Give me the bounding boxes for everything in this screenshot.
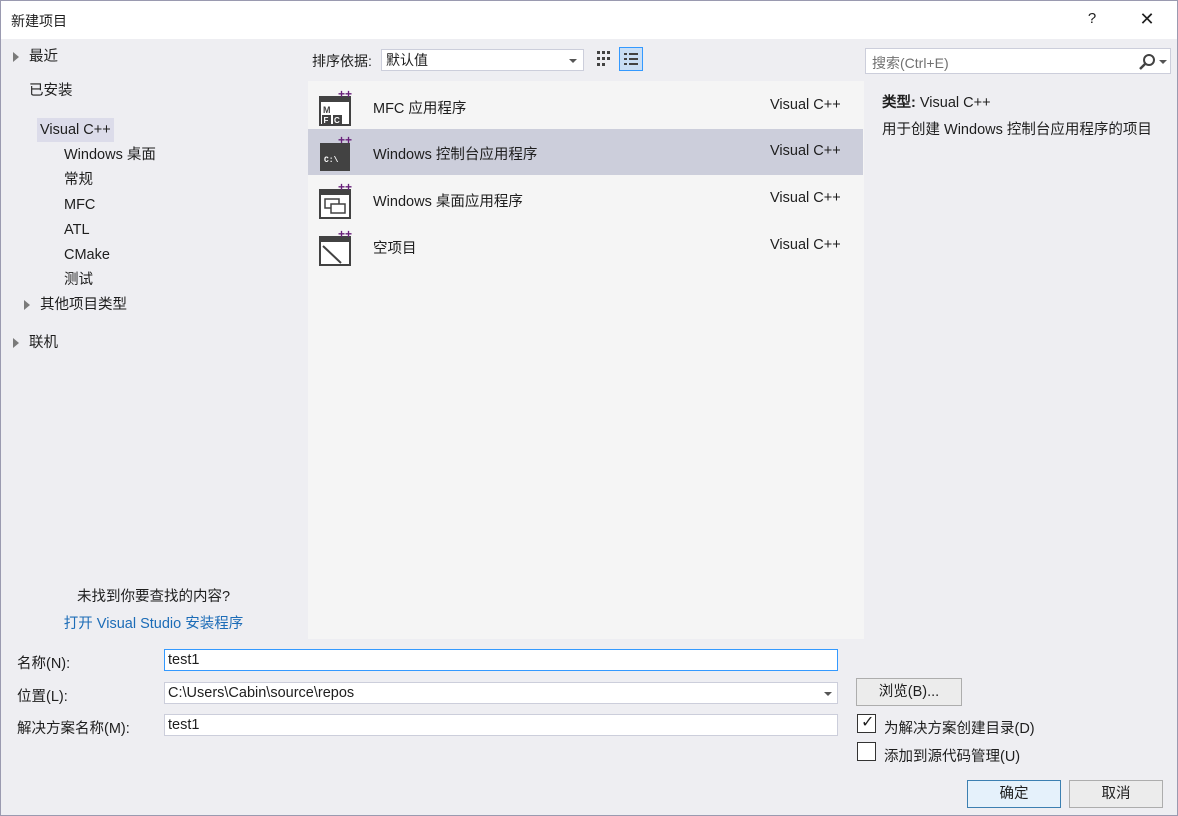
new-project-dialog: 新建项目 ? ✕ 最近 已安装 Visual C++ Windows 桌面 常规…: [0, 0, 1178, 816]
close-button[interactable]: ✕: [1125, 5, 1169, 33]
expand-arrow-icon[interactable]: [24, 300, 30, 310]
title-bar: 新建项目 ? ✕: [1, 1, 1177, 39]
template-item-mfc[interactable]: M F C ++ MFC 应用程序 Visual C++: [308, 83, 863, 129]
sort-dropdown[interactable]: 默认值: [381, 49, 584, 71]
tree-node-installed[interactable]: 已安装: [11, 79, 211, 103]
svg-text:++: ++: [338, 135, 352, 147]
list-view-button[interactable]: [619, 47, 643, 71]
tree-node-other-types[interactable]: 其他项目类型: [24, 293, 224, 317]
chevron-down-icon[interactable]: [824, 692, 832, 696]
tree-node-recent[interactable]: 最近: [13, 45, 213, 69]
sort-label: 排序依据:: [312, 53, 372, 69]
project-name-input[interactable]: test1: [164, 649, 838, 671]
svg-text:M: M: [323, 105, 331, 115]
chevron-down-icon: [569, 59, 577, 63]
svg-text:++: ++: [338, 89, 352, 101]
svg-text:++: ++: [338, 182, 352, 194]
create-directory-label: 为解决方案创建目录(D): [884, 721, 1035, 737]
tree-node-mfc[interactable]: MFC: [64, 193, 95, 217]
template-type: 类型: Visual C++: [882, 95, 991, 111]
svg-text:C:\: C:\: [324, 156, 339, 165]
help-button[interactable]: ?: [1081, 5, 1103, 33]
tree-node-cmake[interactable]: CMake: [64, 243, 110, 267]
name-label: 名称(N):: [17, 656, 71, 672]
svg-text:C: C: [334, 116, 340, 125]
console-app-icon: C:\ ++: [320, 135, 352, 171]
solution-name-input[interactable]: test1: [164, 714, 838, 736]
expand-arrow-icon[interactable]: [13, 52, 19, 62]
template-item-console[interactable]: C:\ ++ Windows 控制台应用程序 Visual C++: [308, 129, 863, 175]
create-directory-checkbox[interactable]: ✓: [857, 714, 876, 733]
source-control-checkbox[interactable]: [857, 742, 876, 761]
mfc-app-icon: M F C ++: [319, 89, 352, 126]
search-icon[interactable]: [1138, 53, 1156, 71]
location-combobox[interactable]: C:\Users\Cabin\source\repos: [164, 682, 838, 704]
open-installer-link[interactable]: 打开 Visual Studio 安装程序: [1, 612, 306, 633]
template-tree: 最近 已安装 Visual C++ Windows 桌面 常规 MFC ATL …: [1, 39, 306, 641]
small-icons-view-button[interactable]: [592, 47, 616, 71]
dialog-title: 新建项目: [11, 13, 67, 29]
browse-button[interactable]: 浏览(B)...: [856, 678, 962, 706]
collapse-arrow-icon[interactable]: [12, 86, 22, 94]
not-found-hint: 未找到你要查找的内容?: [76, 589, 231, 605]
expand-arrow-icon[interactable]: [13, 338, 19, 348]
grid-view-icon: [597, 51, 610, 66]
svg-text:++: ++: [338, 229, 352, 241]
search-box[interactable]: 搜索(Ctrl+E): [865, 48, 1171, 74]
sort-toolbar: 排序依据: 默认值: [306, 39, 864, 81]
empty-project-icon: ++: [319, 229, 352, 266]
collapse-arrow-icon[interactable]: [22, 125, 32, 133]
tree-node-general[interactable]: 常规: [64, 168, 93, 192]
template-item-empty[interactable]: ++ 空项目 Visual C++: [308, 223, 863, 269]
tree-node-atl[interactable]: ATL: [64, 218, 90, 242]
template-description: 用于创建 Windows 控制台应用程序的项目: [882, 122, 1152, 138]
search-placeholder: 搜索(Ctrl+E): [872, 55, 949, 71]
list-view-icon: [624, 53, 638, 65]
tree-node-test[interactable]: 测试: [64, 268, 93, 292]
tree-node-visual-cpp[interactable]: Visual C++: [21, 118, 221, 142]
tree-node-windows-desktop[interactable]: Windows 桌面: [64, 143, 156, 167]
chevron-down-icon[interactable]: [1159, 60, 1167, 64]
source-control-label: 添加到源代码管理(U): [884, 749, 1021, 765]
checkmark-icon: ✓: [861, 714, 875, 731]
svg-text:F: F: [324, 116, 329, 125]
solution-name-label: 解决方案名称(M):: [17, 721, 130, 737]
tree-node-online[interactable]: 联机: [13, 331, 213, 355]
cancel-button[interactable]: 取消: [1069, 780, 1163, 808]
location-label: 位置(L):: [17, 689, 68, 705]
template-list: M F C ++ MFC 应用程序 Visual C++ C:\ ++ Wind…: [308, 81, 864, 639]
template-item-desktop[interactable]: ++ Windows 桌面应用程序 Visual C++: [308, 176, 863, 222]
ok-button[interactable]: 确定: [967, 780, 1061, 808]
desktop-app-icon: ++: [319, 182, 352, 219]
